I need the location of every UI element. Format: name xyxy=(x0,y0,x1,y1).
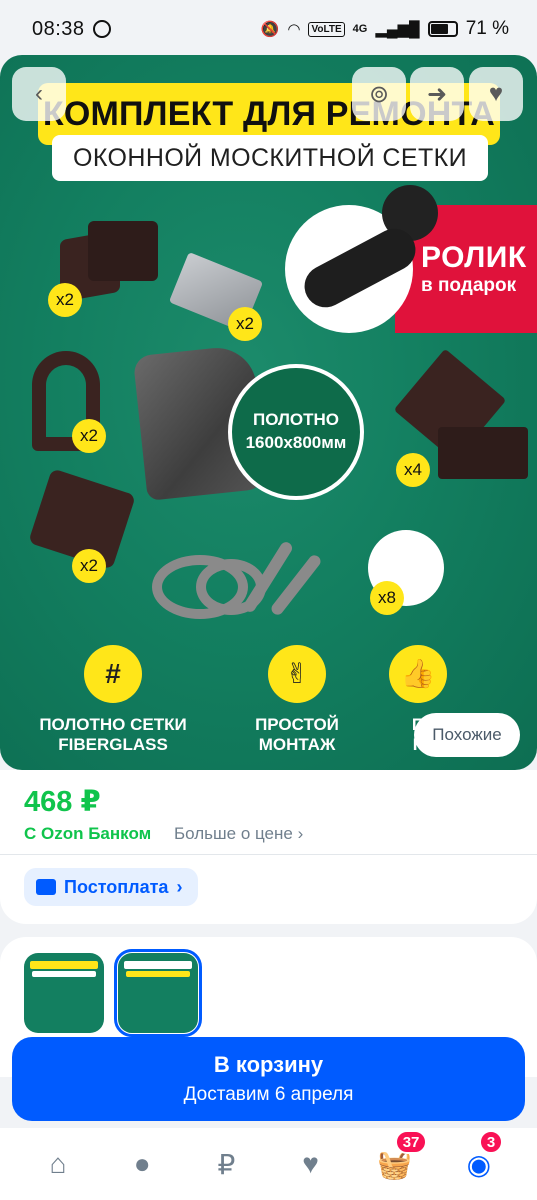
add-to-cart-button[interactable]: В корзину Доставим 6 апреля xyxy=(12,1037,525,1121)
more-about-price-link[interactable]: Больше о цене › xyxy=(174,824,303,844)
postpay-button[interactable]: Постоплата › xyxy=(24,868,199,906)
feature-line2: FIBERGLASS xyxy=(58,735,168,755)
thumb-title-bar xyxy=(124,961,192,969)
delivery-date: Доставим 6 апреля xyxy=(183,1084,354,1105)
bottom-tab-bar: ⌂ ● ₽ ♥ 🧺 37 ◉ 3 xyxy=(0,1128,537,1200)
postpay-label: Постоплата xyxy=(64,876,169,897)
add-to-cart-label: В корзину xyxy=(213,1052,324,1077)
grid-icon: # xyxy=(84,645,142,703)
feature-fiberglass: # ПОЛОТНО СЕТКИ FIBERGLASS xyxy=(28,645,198,755)
promo-subtitle: в подарок xyxy=(421,275,517,296)
feature-line2: МОНТАЖ xyxy=(258,735,336,755)
thumb-subtitle-bar xyxy=(32,971,96,977)
apple-icon: ● xyxy=(133,1148,151,1179)
tab-profile[interactable]: ◉ 3 xyxy=(459,1130,504,1184)
feature-install: ✌ ПРОСТОЙ МОНТАЖ xyxy=(212,645,382,755)
wallet-icon xyxy=(36,879,56,895)
cart-count-badge: 37 xyxy=(394,1130,428,1154)
canvas-size-badge: ПОЛОТНО 1600x800мм xyxy=(228,364,364,500)
count-badge: x2 xyxy=(72,419,106,453)
promo-title: РОЛИК xyxy=(421,241,527,274)
alarm-icon xyxy=(92,20,111,38)
back-button[interactable]: ‹ xyxy=(12,67,66,121)
price-value: 468 ₽ xyxy=(24,786,101,818)
thumbnail-2[interactable] xyxy=(114,949,202,1037)
favorite-button[interactable]: ♥ xyxy=(469,67,523,121)
price-card: 468 ₽ С Ozon Банком Больше о цене › Пост… xyxy=(0,770,537,924)
thumbnail-1[interactable] xyxy=(24,953,104,1033)
more-about-price-label: Больше о цене xyxy=(174,824,293,843)
count-badge: x2 xyxy=(48,283,82,317)
feature-line1: ПОЛОТНО СЕТКИ xyxy=(39,715,187,734)
status-bar: 08:38 🔕 ◠ VoLTE 4G ▂▄▆█ 71 % xyxy=(0,0,537,58)
mute-icon: 🔕 xyxy=(260,20,280,38)
share-button[interactable]: ⊚ xyxy=(352,67,406,121)
wifi-icon: ◠ xyxy=(287,20,301,38)
chevron-left-icon: ‹ xyxy=(35,80,43,107)
count-badge: x8 xyxy=(370,581,404,615)
count-badge: x2 xyxy=(228,307,262,341)
hero-subtitle: ОКОННОЙ МОСКИТНОЙ СЕТКИ xyxy=(52,135,488,181)
signal-icon: ▂▄▆█ xyxy=(375,20,420,38)
tab-favorites[interactable]: ♥ xyxy=(291,1144,331,1184)
ruble-icon: ₽ xyxy=(217,1148,236,1180)
home-icon: ⌂ xyxy=(49,1148,67,1179)
tab-home[interactable]: ⌂ xyxy=(38,1144,78,1184)
chevron-right-icon: › xyxy=(176,876,183,897)
corner-arm-2 xyxy=(438,427,528,479)
battery-icon xyxy=(427,21,458,37)
chevron-right-icon: › xyxy=(297,824,304,843)
tab-fresh[interactable]: ● xyxy=(122,1144,162,1184)
heart-icon: ♥ xyxy=(302,1148,319,1179)
volte-icon: VoLTE xyxy=(308,21,345,37)
divider xyxy=(0,854,537,855)
canvas-label: ПОЛОТНО xyxy=(252,410,340,430)
ozon-bank-label[interactable]: С Ozon Банком xyxy=(24,824,151,844)
arrow-right-icon: ➜ xyxy=(426,80,448,108)
count-badge: x2 xyxy=(72,549,106,583)
heart-icon: ♥ xyxy=(488,80,504,107)
battery-percent: 71 % xyxy=(465,18,509,39)
status-right: 🔕 ◠ VoLTE 4G ▂▄▆█ 71 % xyxy=(261,18,509,40)
profile-count-badge: 3 xyxy=(478,1130,504,1154)
tab-bank[interactable]: ₽ xyxy=(206,1144,246,1184)
tab-cart[interactable]: 🧺 37 xyxy=(375,1130,428,1184)
product-image[interactable]: КОМПЛЕКТ ДЛЯ РЕМОНТА ОКОННОЙ МОСКИТНОЙ С… xyxy=(0,55,537,770)
feature-line1: ПРОСТОЙ xyxy=(255,715,339,734)
similar-button[interactable]: Похожие xyxy=(414,713,520,757)
ok-hand-icon: ✌ xyxy=(268,645,326,703)
count-badge: x4 xyxy=(396,453,430,487)
canvas-size: 1600x800мм xyxy=(245,433,347,452)
battery-level xyxy=(430,24,448,34)
share-icon: ⊚ xyxy=(368,80,390,108)
thumb-title-bar xyxy=(30,961,98,969)
forward-button[interactable]: ➜ xyxy=(410,67,464,121)
status-time: 08:38 xyxy=(32,17,85,40)
network-type: 4G xyxy=(352,22,368,35)
thumb-subtitle-bar xyxy=(126,971,190,977)
thumbs-up-icon: 👍 xyxy=(389,645,447,703)
bracket-part-1b xyxy=(88,221,158,281)
